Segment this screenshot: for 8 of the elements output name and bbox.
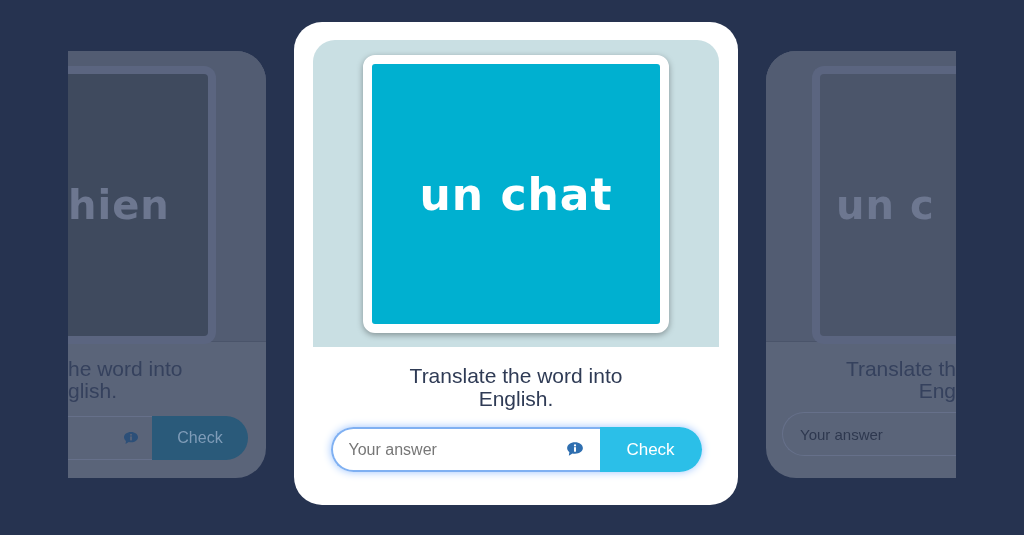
check-button[interactable]: Check (152, 416, 248, 460)
answer-field[interactable]: Your answer (330, 427, 600, 472)
check-button[interactable]: Check (599, 427, 702, 472)
info-icon (123, 431, 139, 445)
info-icon (565, 441, 584, 457)
prompt-line: Translate the word into (409, 364, 623, 387)
prompt-line: English. (478, 387, 554, 410)
word: un chat (419, 168, 613, 220)
